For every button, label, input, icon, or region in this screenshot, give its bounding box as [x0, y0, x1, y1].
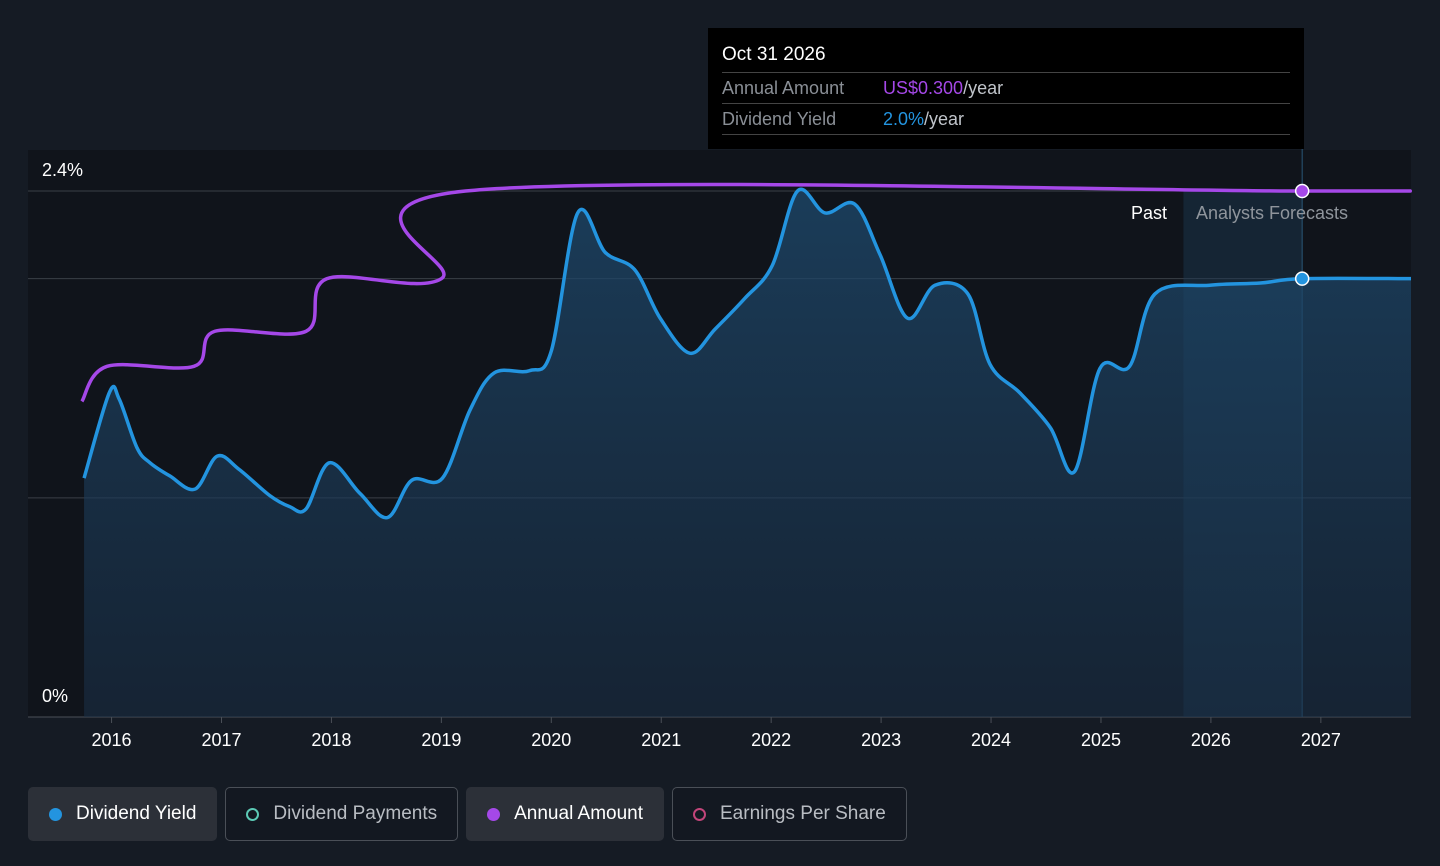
legend-label: Earnings Per Share — [720, 803, 886, 824]
tooltip-suffix: /year — [924, 109, 965, 129]
filled-dot-icon — [487, 807, 501, 821]
legend-label: Dividend Yield — [76, 803, 197, 824]
tooltip-suffix: /year — [963, 78, 1004, 98]
x-tick-label: 2017 — [201, 730, 241, 750]
x-tick-label: 2020 — [531, 730, 571, 750]
legend-earnings-per-share[interactable]: Earnings Per Share — [672, 787, 907, 841]
filled-dot-icon — [49, 807, 62, 821]
tooltip-date: Oct 31 2026 — [722, 44, 826, 65]
tooltip-value: 2.0% — [883, 109, 925, 129]
x-tick-label: 2022 — [751, 730, 791, 750]
hollow-dot-icon — [693, 807, 706, 821]
x-tick-label: 2025 — [1081, 730, 1121, 750]
y-tick-label: 0% — [42, 686, 68, 706]
legend-annual-amount[interactable]: Annual Amount — [466, 787, 664, 841]
legend-label: Annual Amount — [514, 803, 643, 824]
legend: Dividend Yield Dividend Payments Annual … — [28, 787, 907, 841]
dividend-yield-marker — [1294, 271, 1310, 286]
tooltip-value: US$0.300 — [883, 78, 964, 98]
y-tick-label: 2.4% — [42, 160, 83, 180]
past-label: Past — [1131, 203, 1167, 223]
legend-dividend-payments[interactable]: Dividend Payments — [225, 787, 459, 841]
x-tick-label: 2027 — [1301, 730, 1341, 750]
x-tick-label: 2019 — [421, 730, 461, 750]
tooltip-label: Dividend Yield — [722, 109, 837, 129]
tooltip-row-dividend-yield: Dividend Yield 2.0% /year — [722, 103, 1290, 135]
tooltip: Oct 31 2026 Annual Amount US$0.300 /year… — [708, 28, 1304, 149]
x-tick-label: 2021 — [641, 730, 681, 750]
tooltip-label: Annual Amount — [722, 78, 845, 98]
x-tick-label: 2018 — [311, 730, 351, 750]
hollow-dot-icon — [246, 807, 260, 821]
x-tick-label: 2023 — [861, 730, 901, 750]
x-tick-label: 2024 — [971, 730, 1011, 750]
tooltip-row-annual-amount: Annual Amount US$0.300 /year — [722, 72, 1290, 103]
legend-label: Dividend Payments — [273, 803, 438, 824]
forecast-label: Analysts Forecasts — [1196, 203, 1348, 223]
legend-dividend-yield[interactable]: Dividend Yield — [28, 787, 218, 841]
x-tick-label: 2026 — [1191, 730, 1231, 750]
annual-amount-marker — [1294, 183, 1310, 199]
x-tick-label: 2016 — [92, 730, 132, 750]
